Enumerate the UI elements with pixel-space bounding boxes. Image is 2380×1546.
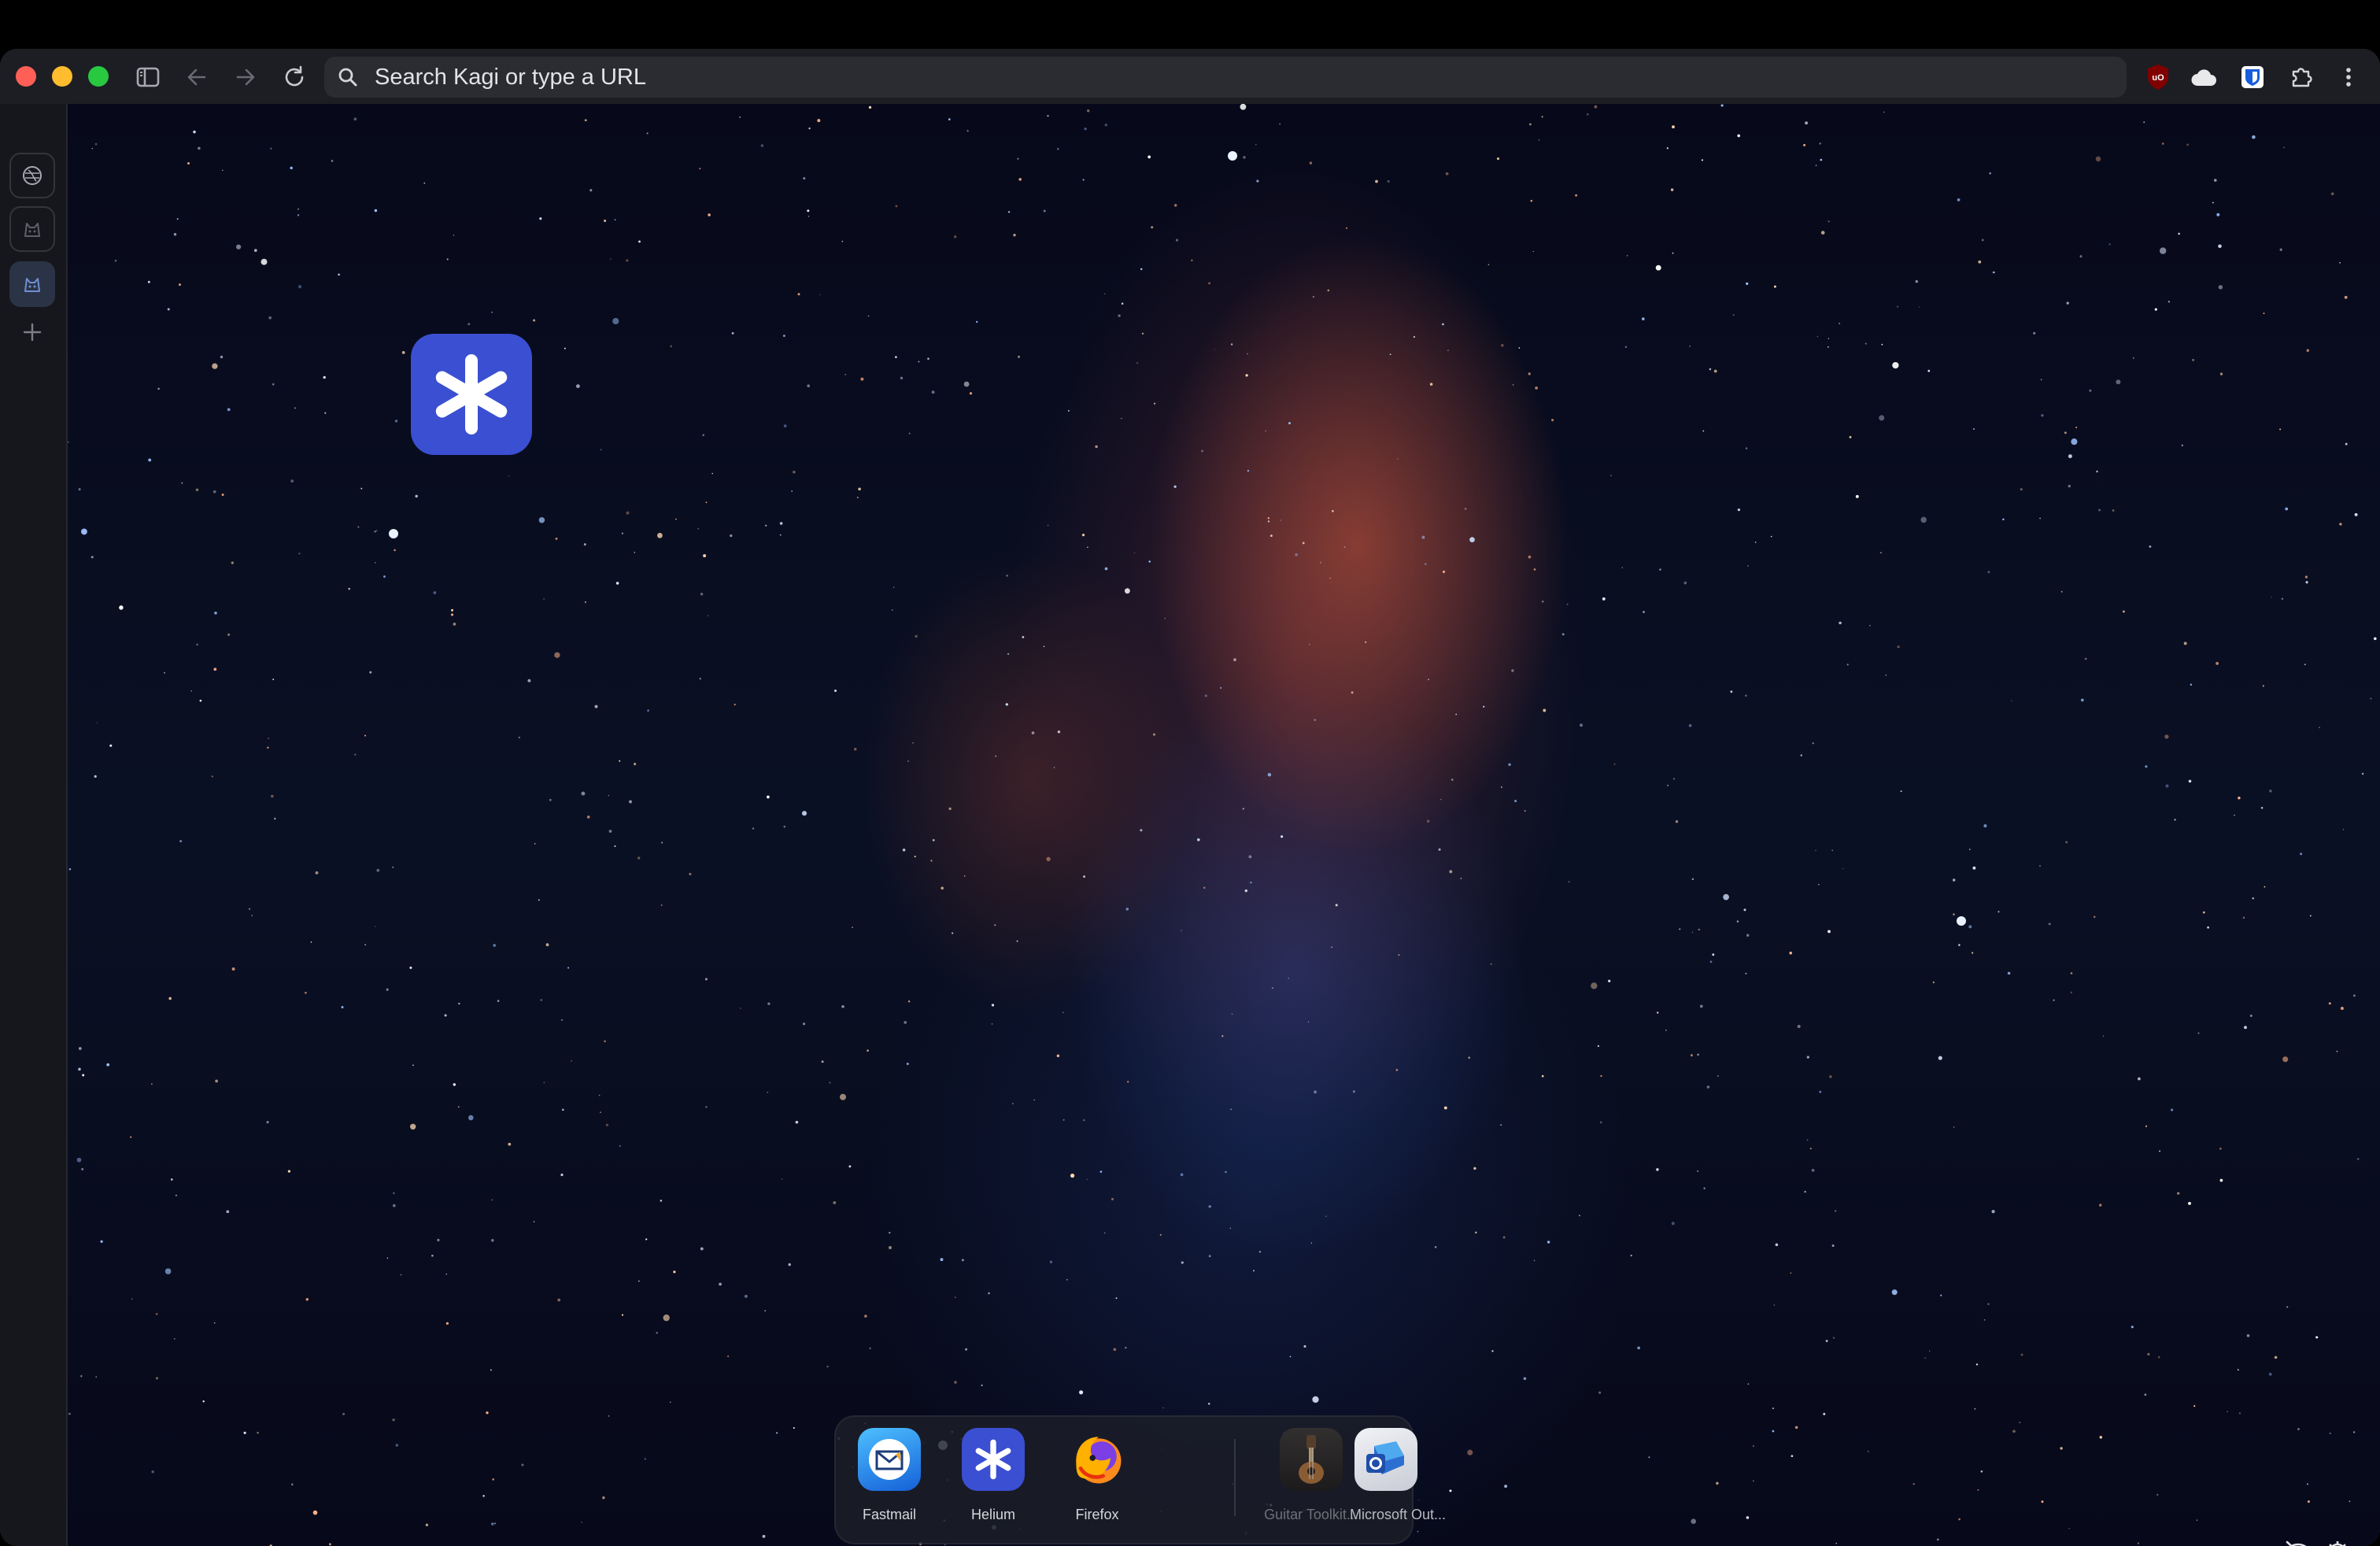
reload-icon <box>285 65 304 87</box>
title-bar: Search Kagi or type a URL uO <box>0 49 2380 104</box>
dock-label: Firefox <box>1075 1507 1119 1522</box>
settings-button[interactable] <box>2320 1535 2355 1546</box>
app-dock: Fastmail Helium Firefox Guitar Toolkit..… <box>834 1415 1446 1544</box>
minimize-window-button[interactable] <box>52 66 72 87</box>
ublock-origin-icon: uO <box>2148 65 2168 90</box>
space-1-button[interactable] <box>9 153 55 198</box>
back-button[interactable] <box>179 60 214 94</box>
svg-text:uO: uO <box>2152 73 2164 83</box>
dock-item-firefox[interactable]: Firefox <box>1054 1428 1140 1538</box>
space-globe-icon <box>23 166 42 185</box>
more-menu-icon <box>2346 68 2351 87</box>
dock-label: Microsoft Out... <box>1349 1507 1447 1522</box>
wallpaper-starfield <box>68 104 2377 1546</box>
firefox-icon <box>1066 1428 1129 1491</box>
helium-icon <box>962 1428 1025 1491</box>
reload-button[interactable] <box>277 60 312 94</box>
hide-shortcuts-button[interactable] <box>2281 1535 2315 1546</box>
fullscreen-window-button[interactable] <box>88 66 109 87</box>
forward-button[interactable] <box>228 60 263 94</box>
space-3-button[interactable] <box>9 261 55 307</box>
dock-divider <box>1234 1439 1236 1516</box>
space-cat-icon <box>24 223 40 237</box>
new-tab-page <box>68 104 2380 1546</box>
helium-shortcut-tile[interactable] <box>411 334 532 455</box>
toggle-sidebar-button[interactable] <box>131 60 165 94</box>
address-bar-placeholder: Search Kagi or type a URL <box>375 65 646 90</box>
helium-asterisk-icon <box>435 354 508 435</box>
browser-window: Search Kagi or type a URL uO Fastmail He… <box>0 49 2380 1546</box>
dock-item-microsoft-outlook[interactable]: Microsoft Out... <box>1315 1428 1446 1538</box>
dock-item-fastmail[interactable]: Fastmail <box>846 1428 933 1538</box>
fastmail-icon <box>858 1428 921 1491</box>
close-window-button[interactable] <box>16 66 36 87</box>
dock-item-helium[interactable]: Helium <box>950 1428 1037 1538</box>
arrow-left-icon <box>187 68 206 86</box>
search-icon <box>338 68 357 87</box>
address-bar[interactable]: Search Kagi or type a URL <box>324 57 2127 98</box>
outlook-icon <box>1354 1428 1417 1491</box>
gear-icon <box>2329 1541 2346 1546</box>
bitwarden-icon <box>2241 66 2264 88</box>
eye-off-icon <box>2286 1540 2307 1546</box>
cloud-extension-button[interactable] <box>2186 60 2221 94</box>
extensions-puzzle-icon <box>2292 68 2312 87</box>
dock-label: Fastmail <box>862 1507 916 1522</box>
extensions-button[interactable] <box>2284 60 2319 94</box>
ublock-extension-button[interactable]: uO <box>2141 60 2175 94</box>
plus-icon <box>23 323 42 342</box>
more-menu-button[interactable] <box>2331 60 2366 94</box>
arrow-right-icon <box>236 68 255 86</box>
space-2-button[interactable] <box>9 206 55 252</box>
dock-label: Helium <box>970 1507 1015 1522</box>
spaces-sidebar <box>0 104 68 1546</box>
bitwarden-extension-button[interactable] <box>2235 60 2270 94</box>
add-space-button[interactable] <box>17 318 47 348</box>
cloud-icon <box>2191 69 2216 86</box>
space-cat-icon <box>24 278 40 292</box>
sidebar-icon <box>136 67 160 87</box>
